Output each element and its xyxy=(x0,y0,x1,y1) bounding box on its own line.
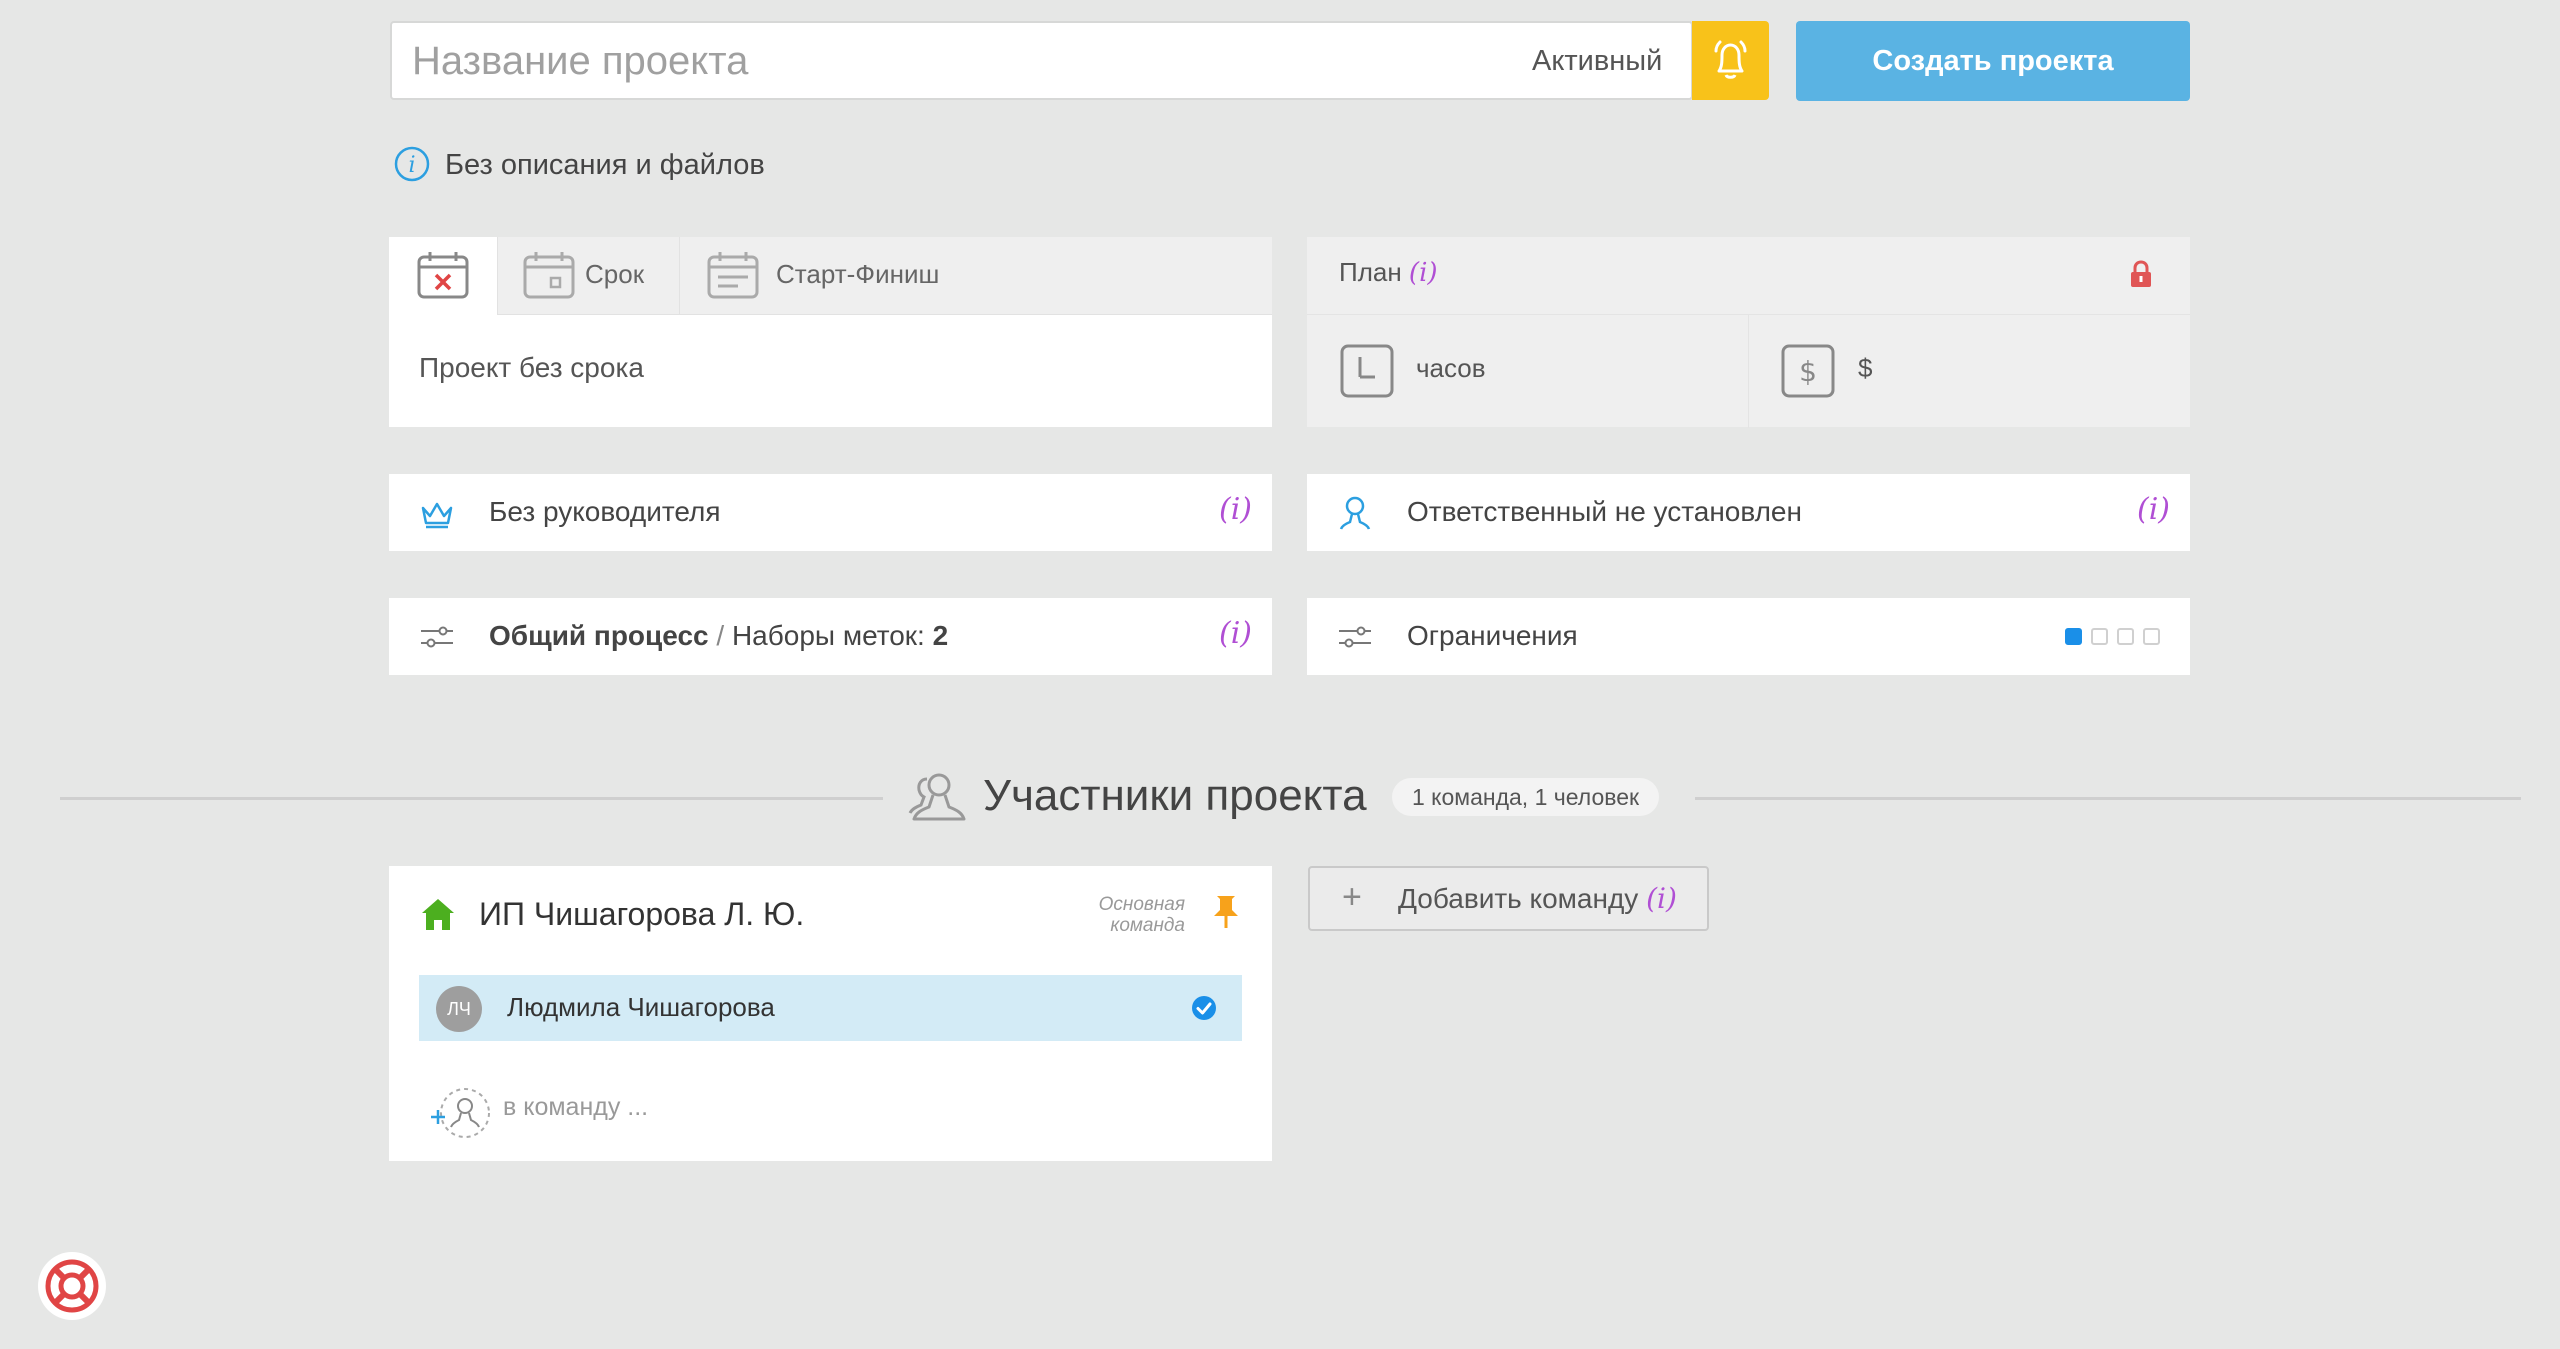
process-row[interactable]: Общий процесс / Наборы меток: 2 (i) xyxy=(389,598,1272,675)
manager-info-icon[interactable]: (i) xyxy=(1219,492,1252,527)
process-text: Общий процесс / Наборы меток: 2 xyxy=(489,620,948,652)
sliders-icon xyxy=(421,626,453,648)
dollar-icon: $ xyxy=(1781,344,1835,398)
description-text: Без описания и файлов xyxy=(445,149,765,181)
users-icon xyxy=(908,773,966,821)
avatar: ЛЧ xyxy=(436,986,482,1032)
plan-info-icon[interactable]: (i) xyxy=(1409,258,1438,288)
participants-title: Участники проекта xyxy=(983,771,1367,820)
plan-label: План xyxy=(1339,257,1402,287)
tab-no-deadline[interactable] xyxy=(389,237,498,315)
add-team-text: Добавить команду xyxy=(1398,883,1639,914)
pin-icon[interactable] xyxy=(1211,894,1241,930)
plan-hours-field[interactable]: часов xyxy=(1307,314,1749,428)
restriction-level-dot[interactable] xyxy=(2091,628,2108,646)
responsible-info-icon[interactable]: (i) xyxy=(2137,492,2170,527)
sliders-icon xyxy=(1339,626,1371,648)
plus-icon: + xyxy=(1342,878,1362,916)
restrictions-level-indicator xyxy=(2056,628,2160,646)
participants-summary-badge: 1 команда, 1 человек xyxy=(1392,778,1660,816)
tab-deadline[interactable]: Срок xyxy=(497,237,680,314)
divider-left xyxy=(60,797,883,800)
dates-tabbar: Срок Старт-Финиш xyxy=(389,237,1272,315)
team-name[interactable]: ИП Чишагорова Л. Ю. xyxy=(479,896,804,933)
main-team-label-line2: команда xyxy=(1110,915,1185,936)
divider-right xyxy=(1695,797,2521,800)
add-team-button[interactable]: + Добавить команду (i) xyxy=(1308,866,1709,931)
restriction-level-dot[interactable] xyxy=(2117,628,2134,646)
main-team-label: Основная команда xyxy=(1095,894,1185,936)
clock-icon xyxy=(1340,344,1394,398)
member-name: Людмила Чишагорова xyxy=(507,992,775,1022)
plan-money-label: $ xyxy=(1858,353,1873,383)
svg-text:i: i xyxy=(408,153,415,178)
add-team-info-icon[interactable]: (i) xyxy=(1646,882,1677,915)
check-icon[interactable] xyxy=(1191,995,1217,1021)
restrictions-row[interactable]: Ограничения xyxy=(1307,598,2190,675)
bell-icon xyxy=(1714,40,1747,79)
manager-text: Без руководителя xyxy=(489,496,721,527)
help-button[interactable] xyxy=(38,1252,106,1320)
plan-hours-label: часов xyxy=(1416,353,1486,383)
restrictions-text: Ограничения xyxy=(1407,620,1578,651)
info-icon: i xyxy=(394,146,430,182)
process-separator: / xyxy=(708,620,732,651)
plan-panel: План (i) часов $ $ xyxy=(1307,237,2190,428)
create-project-button[interactable]: Создать проекта xyxy=(1796,21,2190,101)
restriction-level-dot[interactable] xyxy=(2065,628,2082,646)
process-name: Общий процесс xyxy=(489,620,709,651)
notify-button[interactable] xyxy=(1692,21,1769,100)
status-selector[interactable]: Активный xyxy=(1532,45,1662,78)
lifebuoy-icon xyxy=(45,1259,99,1313)
team-card: ИП Чишагорова Л. Ю. Основная команда ЛЧ … xyxy=(389,866,1272,1161)
add-member-input[interactable]: в команду ... xyxy=(503,1093,648,1122)
process-tags-count: 2 xyxy=(932,620,949,651)
svg-text:$: $ xyxy=(1799,355,1817,388)
manager-row[interactable]: Без руководителя (i) xyxy=(389,474,1272,551)
restriction-level-dot[interactable] xyxy=(2143,628,2160,646)
responsible-text: Ответственный не установлен xyxy=(1407,496,1802,527)
add-team-label: Добавить команду (i) xyxy=(1398,882,1677,915)
home-icon xyxy=(422,899,454,930)
user-icon xyxy=(1339,496,1371,530)
calendar-range-icon xyxy=(707,252,759,299)
plan-money-field[interactable]: $ $ xyxy=(1748,314,2190,428)
main-team-label-line1: Основная xyxy=(1098,894,1185,915)
add-user-icon[interactable] xyxy=(429,1086,491,1140)
tab-start-finish-label: Старт-Финиш xyxy=(776,259,940,289)
calendar-icon xyxy=(523,252,575,299)
project-name-input[interactable] xyxy=(410,23,1414,100)
tab-start-finish[interactable]: Старт-Финиш xyxy=(679,237,999,314)
crown-icon xyxy=(421,502,453,529)
project-name-field[interactable]: Активный xyxy=(390,21,1693,100)
process-tags-label: Наборы меток: xyxy=(731,620,933,651)
tab-deadline-label: Срок xyxy=(585,259,645,289)
dates-panel: Срок Старт-Финиш Проект без срока xyxy=(389,237,1272,427)
process-info-icon[interactable]: (i) xyxy=(1219,616,1252,651)
lock-icon[interactable] xyxy=(2128,259,2154,289)
dates-value: Проект без срока xyxy=(419,352,644,383)
team-member-row[interactable]: ЛЧ Людмила Чишагорова xyxy=(419,975,1242,1041)
calendar-x-icon xyxy=(417,252,469,299)
responsible-row[interactable]: Ответственный не установлен (i) xyxy=(1307,474,2190,551)
plan-header: План (i) xyxy=(1339,257,1438,288)
